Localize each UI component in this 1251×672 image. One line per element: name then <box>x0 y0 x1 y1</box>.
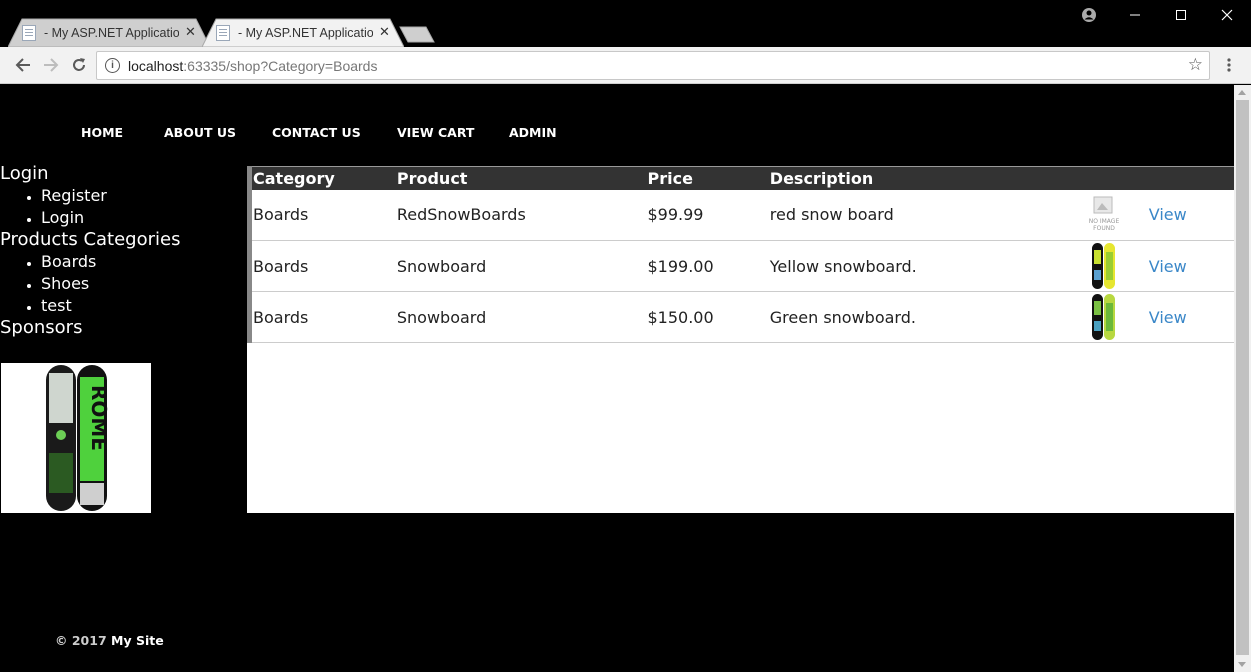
close-window-icon[interactable] <box>1204 0 1250 30</box>
cell-description: Green snowboard. <box>768 291 1060 343</box>
address-bar[interactable]: i localhost:63335/shop?Category=Boards ☆ <box>96 51 1210 80</box>
scroll-down-icon[interactable] <box>1238 662 1246 667</box>
snowboard-green-icon <box>1092 294 1116 340</box>
table-row: Boards RedSnowBoards $99.99 red snow boa… <box>249 189 1234 241</box>
cell-category: Boards <box>249 189 396 241</box>
tab-2-active[interactable]: - My ASP.NET Application ✕ <box>202 18 404 47</box>
tab-title: - My ASP.NET Application <box>44 25 179 40</box>
tab-title: - My ASP.NET Application <box>238 25 373 40</box>
category-item-shoes[interactable]: Shoes <box>41 273 245 295</box>
cell-product: RedSnowBoards <box>395 189 647 241</box>
header-product: Product <box>395 166 647 190</box>
cell-action: View <box>1147 189 1234 241</box>
no-image-line1: NO IMAGE <box>1089 218 1120 225</box>
cell-action: View <box>1147 291 1234 343</box>
scroll-up-icon[interactable] <box>1238 90 1246 95</box>
sponsors-heading: Sponsors <box>0 317 83 338</box>
view-link[interactable]: View <box>1149 308 1187 327</box>
url-path: :63335/shop?Category=Boards <box>183 57 378 74</box>
cell-price: $199.00 <box>646 240 769 292</box>
tab-close-icon[interactable]: ✕ <box>379 25 390 40</box>
cell-description: Yellow snowboard. <box>768 240 1060 292</box>
table-row: Boards Snowboard $199.00 Yellow snowboar… <box>249 240 1234 292</box>
footer-site-link[interactable]: My Site <box>111 633 164 648</box>
view-link[interactable]: View <box>1149 205 1187 224</box>
snowboard-yellow-icon <box>1092 243 1116 289</box>
header-description: Description <box>768 166 1060 190</box>
forward-arrow-icon[interactable] <box>38 53 64 77</box>
sidebar-item-register[interactable]: Register <box>41 185 245 207</box>
page-viewport: HOME ABOUT US CONTACT US VIEW CART ADMIN… <box>0 85 1234 672</box>
nav-home[interactable]: HOME <box>81 125 123 140</box>
info-icon[interactable]: i <box>105 58 120 73</box>
login-heading: Login <box>0 163 49 184</box>
svg-text:ROME: ROME <box>87 385 111 451</box>
vertical-scrollbar[interactable] <box>1234 85 1251 672</box>
cell-category: Boards <box>249 291 396 343</box>
nav-admin[interactable]: ADMIN <box>509 125 557 140</box>
categories-list: Boards Shoes test <box>0 251 245 317</box>
page-favicon-icon <box>22 24 36 41</box>
browser-titlebar: - My ASP.NET Application ✕ - My ASP.NET … <box>0 0 1251 47</box>
browser-toolbar: i localhost:63335/shop?Category=Boards ☆ <box>0 47 1251 84</box>
sponsor-image[interactable]: ROME <box>1 363 151 513</box>
login-list: Register Login <box>0 185 245 229</box>
footer-copyright: © 2017 <box>55 633 107 648</box>
categories-heading: Products Categories <box>0 229 181 250</box>
cell-product: Snowboard <box>395 240 647 292</box>
sidebar: Login Register Login Products Categories… <box>0 163 245 339</box>
cell-image <box>1059 240 1148 292</box>
header-action <box>1147 166 1234 190</box>
product-panel: Category Product Price Description Board… <box>247 166 1234 513</box>
new-tab-button[interactable] <box>398 26 436 43</box>
cell-action: View <box>1147 240 1234 292</box>
bookmark-star-icon[interactable]: ☆ <box>1188 55 1203 75</box>
nav-view-cart[interactable]: VIEW CART <box>397 125 474 140</box>
back-arrow-icon[interactable] <box>10 53 36 77</box>
cell-price: $99.99 <box>646 189 769 241</box>
tab-1[interactable]: - My ASP.NET Application ✕ <box>8 18 210 47</box>
menu-kebab-icon[interactable] <box>1216 53 1242 77</box>
table-row: Boards Snowboard $150.00 Green snowboard… <box>249 291 1234 343</box>
page-footer: © 2017 My Site <box>55 633 164 648</box>
url-host: localhost <box>128 57 184 74</box>
cell-image: NO IMAGE FOUND <box>1059 189 1148 241</box>
sponsor-snowboard-icon: ROME <box>46 365 111 511</box>
category-item-test[interactable]: test <box>41 295 245 317</box>
table-header-row: Category Product Price Description <box>249 166 1234 190</box>
cell-category: Boards <box>249 240 396 292</box>
sidebar-item-login[interactable]: Login <box>41 207 245 229</box>
nav-about-us[interactable]: ABOUT US <box>164 125 236 140</box>
profile-icon[interactable] <box>1066 0 1112 30</box>
nav-contact-us[interactable]: CONTACT US <box>272 125 361 140</box>
header-category: Category <box>249 166 396 190</box>
cell-price: $150.00 <box>646 291 769 343</box>
category-item-boards[interactable]: Boards <box>41 251 245 273</box>
no-image-line2: FOUND <box>1093 225 1115 232</box>
maximize-icon[interactable] <box>1158 0 1204 30</box>
reload-icon[interactable] <box>66 53 92 77</box>
cell-description: red snow board <box>768 189 1060 241</box>
header-image <box>1059 166 1148 190</box>
cell-product: Snowboard <box>395 291 647 343</box>
products-table: Category Product Price Description Board… <box>247 166 1234 343</box>
cell-image <box>1059 291 1148 343</box>
header-price: Price <box>646 166 769 190</box>
view-link[interactable]: View <box>1149 257 1187 276</box>
minimize-icon[interactable] <box>1112 0 1158 30</box>
scrollbar-thumb[interactable] <box>1236 100 1249 655</box>
no-image-icon: NO IMAGE FOUND <box>1089 196 1120 232</box>
page-favicon-icon <box>216 24 230 41</box>
tab-close-icon[interactable]: ✕ <box>185 25 196 40</box>
